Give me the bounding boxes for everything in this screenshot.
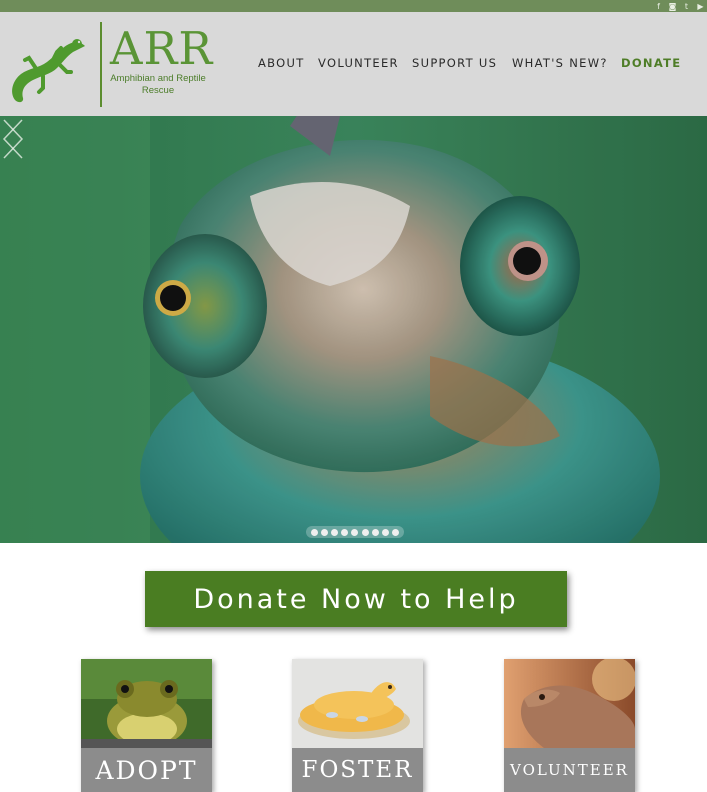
slider-dot[interactable] bbox=[320, 528, 328, 536]
slider-dot[interactable] bbox=[392, 528, 400, 536]
donate-now-button[interactable]: Donate Now to Help bbox=[145, 571, 567, 627]
slider-dot[interactable] bbox=[382, 528, 390, 536]
slider-dot[interactable] bbox=[331, 528, 339, 536]
social-links: f ◙ t ▶ bbox=[654, 0, 705, 12]
adopt-card[interactable]: ADOPT bbox=[81, 659, 212, 792]
slider-dot[interactable] bbox=[361, 528, 369, 536]
hero-slider[interactable] bbox=[0, 116, 707, 543]
volunteer-card[interactable]: VOLUNTEER bbox=[504, 659, 635, 792]
nav-whats-new[interactable]: WHAT'S NEW? bbox=[512, 56, 608, 70]
slider-dot[interactable] bbox=[371, 528, 379, 536]
snake-image bbox=[292, 659, 423, 748]
chevron-right-icon[interactable] bbox=[0, 116, 26, 162]
chameleon-hero-image bbox=[0, 116, 707, 543]
slider-dot[interactable] bbox=[351, 528, 359, 536]
youtube-icon[interactable]: ▶ bbox=[696, 2, 705, 11]
nav-support-us[interactable]: SUPPORT US bbox=[412, 56, 497, 70]
facebook-icon[interactable]: f bbox=[654, 2, 663, 11]
brand-name[interactable]: ARR bbox=[110, 26, 213, 72]
slider-pagination bbox=[306, 526, 404, 538]
nav-donate[interactable]: DONATE bbox=[621, 56, 681, 70]
adopt-label: ADOPT bbox=[81, 748, 212, 792]
bearded-dragon-image bbox=[504, 659, 635, 748]
logo-divider bbox=[100, 22, 102, 107]
twitter-icon[interactable]: t bbox=[682, 2, 691, 11]
top-social-bar: f ◙ t ▶ bbox=[0, 0, 707, 12]
frog-image bbox=[81, 659, 212, 748]
nav-volunteer[interactable]: VOLUNTEER bbox=[318, 56, 399, 70]
site-header: ARR Amphibian and Reptile Rescue ABOUT V… bbox=[0, 12, 707, 116]
slider-dot[interactable] bbox=[310, 528, 318, 536]
instagram-icon[interactable]: ◙ bbox=[668, 2, 677, 11]
slider-dot[interactable] bbox=[341, 528, 349, 536]
nav-about[interactable]: ABOUT bbox=[258, 56, 305, 70]
foster-card[interactable]: FOSTER bbox=[292, 659, 423, 792]
brand-subtitle: Amphibian and Reptile Rescue bbox=[110, 73, 206, 96]
volunteer-label: VOLUNTEER bbox=[504, 748, 635, 792]
foster-label: FOSTER bbox=[292, 748, 423, 792]
lizard-logo-icon[interactable] bbox=[7, 26, 87, 106]
